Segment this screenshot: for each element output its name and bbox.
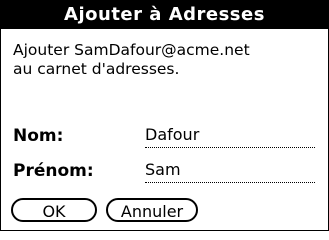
last-name-row: Nom: Dafour <box>13 125 318 149</box>
first-name-field[interactable]: Sam <box>145 160 315 183</box>
message-line-1: Ajouter SamDafour@acme.net <box>13 41 250 59</box>
last-name-label: Nom: <box>13 126 64 146</box>
message-line-2: au carnet d'adresses. <box>13 60 180 78</box>
first-name-row: Prénom: Sam <box>13 160 318 184</box>
cancel-button[interactable]: Annuler <box>106 198 198 222</box>
add-to-address-dialog: Ajouter à Adresses Ajouter SamDafour@acm… <box>0 0 329 231</box>
last-name-field[interactable]: Dafour <box>145 125 315 148</box>
first-name-label: Prénom: <box>13 161 94 181</box>
ok-button[interactable]: OK <box>11 198 97 222</box>
dialog-title: Ajouter à Adresses <box>1 1 328 29</box>
dialog-message: Ajouter SamDafour@acme.net au carnet d'a… <box>13 41 318 79</box>
